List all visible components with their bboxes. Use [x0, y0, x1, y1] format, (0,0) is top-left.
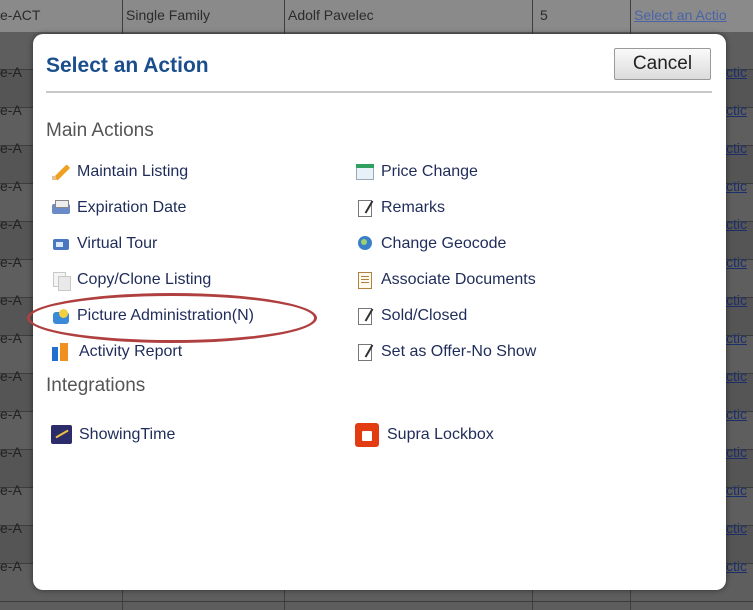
action-label: Set as Offer-No Show	[381, 343, 537, 360]
cancel-button[interactable]: Cancel	[614, 48, 711, 80]
geocode-icon	[355, 234, 375, 254]
action-label: Expiration Date	[77, 199, 187, 216]
background-action-link[interactable]: ctic	[726, 102, 747, 118]
background-action-link[interactable]: ctic	[726, 520, 747, 536]
background-row-id: e-A	[0, 482, 22, 498]
action-label: Activity Report	[79, 343, 183, 360]
showingtime-icon	[51, 424, 73, 446]
integrations-heading: Integrations	[46, 375, 146, 396]
main-actions-heading: Main Actions	[46, 120, 154, 141]
background-row-id: e-A	[0, 178, 22, 194]
note-icon	[355, 198, 375, 218]
background-action-link[interactable]: ctic	[726, 216, 747, 232]
pencil-icon	[51, 162, 71, 182]
background-row-id: e-A	[0, 406, 22, 422]
background-row-id: e-A	[0, 254, 22, 270]
calendar-icon	[355, 162, 375, 182]
action-label: Copy/Clone Listing	[77, 271, 212, 288]
associate-documents-action[interactable]: Associate Documents	[355, 269, 536, 291]
dialog-title: Select an Action	[46, 54, 209, 77]
title-divider	[46, 91, 712, 93]
set-offer-no-show-action[interactable]: Set as Offer-No Show	[355, 341, 536, 363]
background-action-link[interactable]: ctic	[726, 64, 747, 80]
background-row-id: e-A	[0, 216, 22, 232]
action-label: Sold/Closed	[381, 307, 468, 324]
background-row-id: e-A	[0, 292, 22, 308]
copy-icon	[51, 270, 71, 291]
background-row-id: e-A	[0, 102, 22, 118]
action-label: Virtual Tour	[77, 235, 158, 252]
expiration-date-action[interactable]: Expiration Date	[51, 197, 186, 219]
action-label: ShowingTime	[79, 426, 176, 443]
background-cell-id: e-ACT	[0, 7, 41, 23]
background-row-id: e-A	[0, 444, 22, 460]
remarks-action[interactable]: Remarks	[355, 197, 445, 219]
action-label: Remarks	[381, 199, 446, 216]
action-label: Picture Administration(N)	[77, 307, 254, 324]
background-action-link[interactable]: ctic	[726, 178, 747, 194]
activity-report-action[interactable]: Activity Report	[51, 341, 182, 363]
background-action-link[interactable]: ctic	[726, 140, 747, 156]
background-row-id: e-A	[0, 64, 22, 80]
background-action-link[interactable]: ctic	[726, 482, 747, 498]
background-cell-agent: Adolf Pavelec	[288, 7, 374, 23]
action-label: Change Geocode	[381, 235, 507, 252]
background-action-link[interactable]: ctic	[726, 406, 747, 422]
background-select-action-link[interactable]: Select an Actio	[634, 7, 727, 23]
showingtime-action[interactable]: ShowingTime	[51, 423, 175, 447]
background-row-id: e-A	[0, 368, 22, 384]
report-icon	[51, 342, 71, 362]
background-cell-count: 5	[540, 7, 548, 23]
background-action-link[interactable]: ctic	[726, 368, 747, 384]
document-icon	[355, 270, 375, 290]
price-change-action[interactable]: Price Change	[355, 161, 478, 183]
background-action-link[interactable]: ctic	[726, 330, 747, 346]
background-action-link[interactable]: ctic	[726, 292, 747, 308]
supra-lockbox-action[interactable]: Supra Lockbox	[355, 422, 494, 448]
maintain-listing-action[interactable]: Maintain Listing	[51, 161, 188, 183]
printer-icon	[51, 198, 71, 218]
note-icon	[355, 342, 375, 362]
picture-administration-action[interactable]: Picture Administration(N)	[51, 305, 254, 327]
background-action-link[interactable]: ctic	[726, 444, 747, 460]
action-label: Supra Lockbox	[387, 426, 494, 443]
sold-closed-action[interactable]: Sold/Closed	[355, 305, 467, 327]
background-action-link[interactable]: ctic	[726, 254, 747, 270]
action-label: Price Change	[381, 163, 478, 180]
background-row-id: e-A	[0, 140, 22, 156]
background-row-id: e-A	[0, 520, 22, 536]
background-cell-type: Single Family	[126, 7, 211, 23]
select-action-dialog: Select an Action Cancel Main Actions Mai…	[33, 34, 726, 590]
supra-lockbox-icon	[355, 423, 381, 447]
note-icon	[355, 306, 375, 326]
picture-icon	[51, 306, 71, 326]
background-action-link[interactable]: ctic	[726, 558, 747, 574]
copy-clone-listing-action[interactable]: Copy/Clone Listing	[51, 269, 211, 291]
action-label: Associate Documents	[381, 271, 536, 288]
virtual-tour-action[interactable]: Virtual Tour	[51, 233, 157, 255]
virtual-tour-icon	[51, 234, 71, 254]
action-label: Maintain Listing	[77, 163, 189, 180]
background-row-id: e-A	[0, 558, 22, 574]
background-row-id: e-A	[0, 330, 22, 346]
change-geocode-action[interactable]: Change Geocode	[355, 233, 506, 255]
